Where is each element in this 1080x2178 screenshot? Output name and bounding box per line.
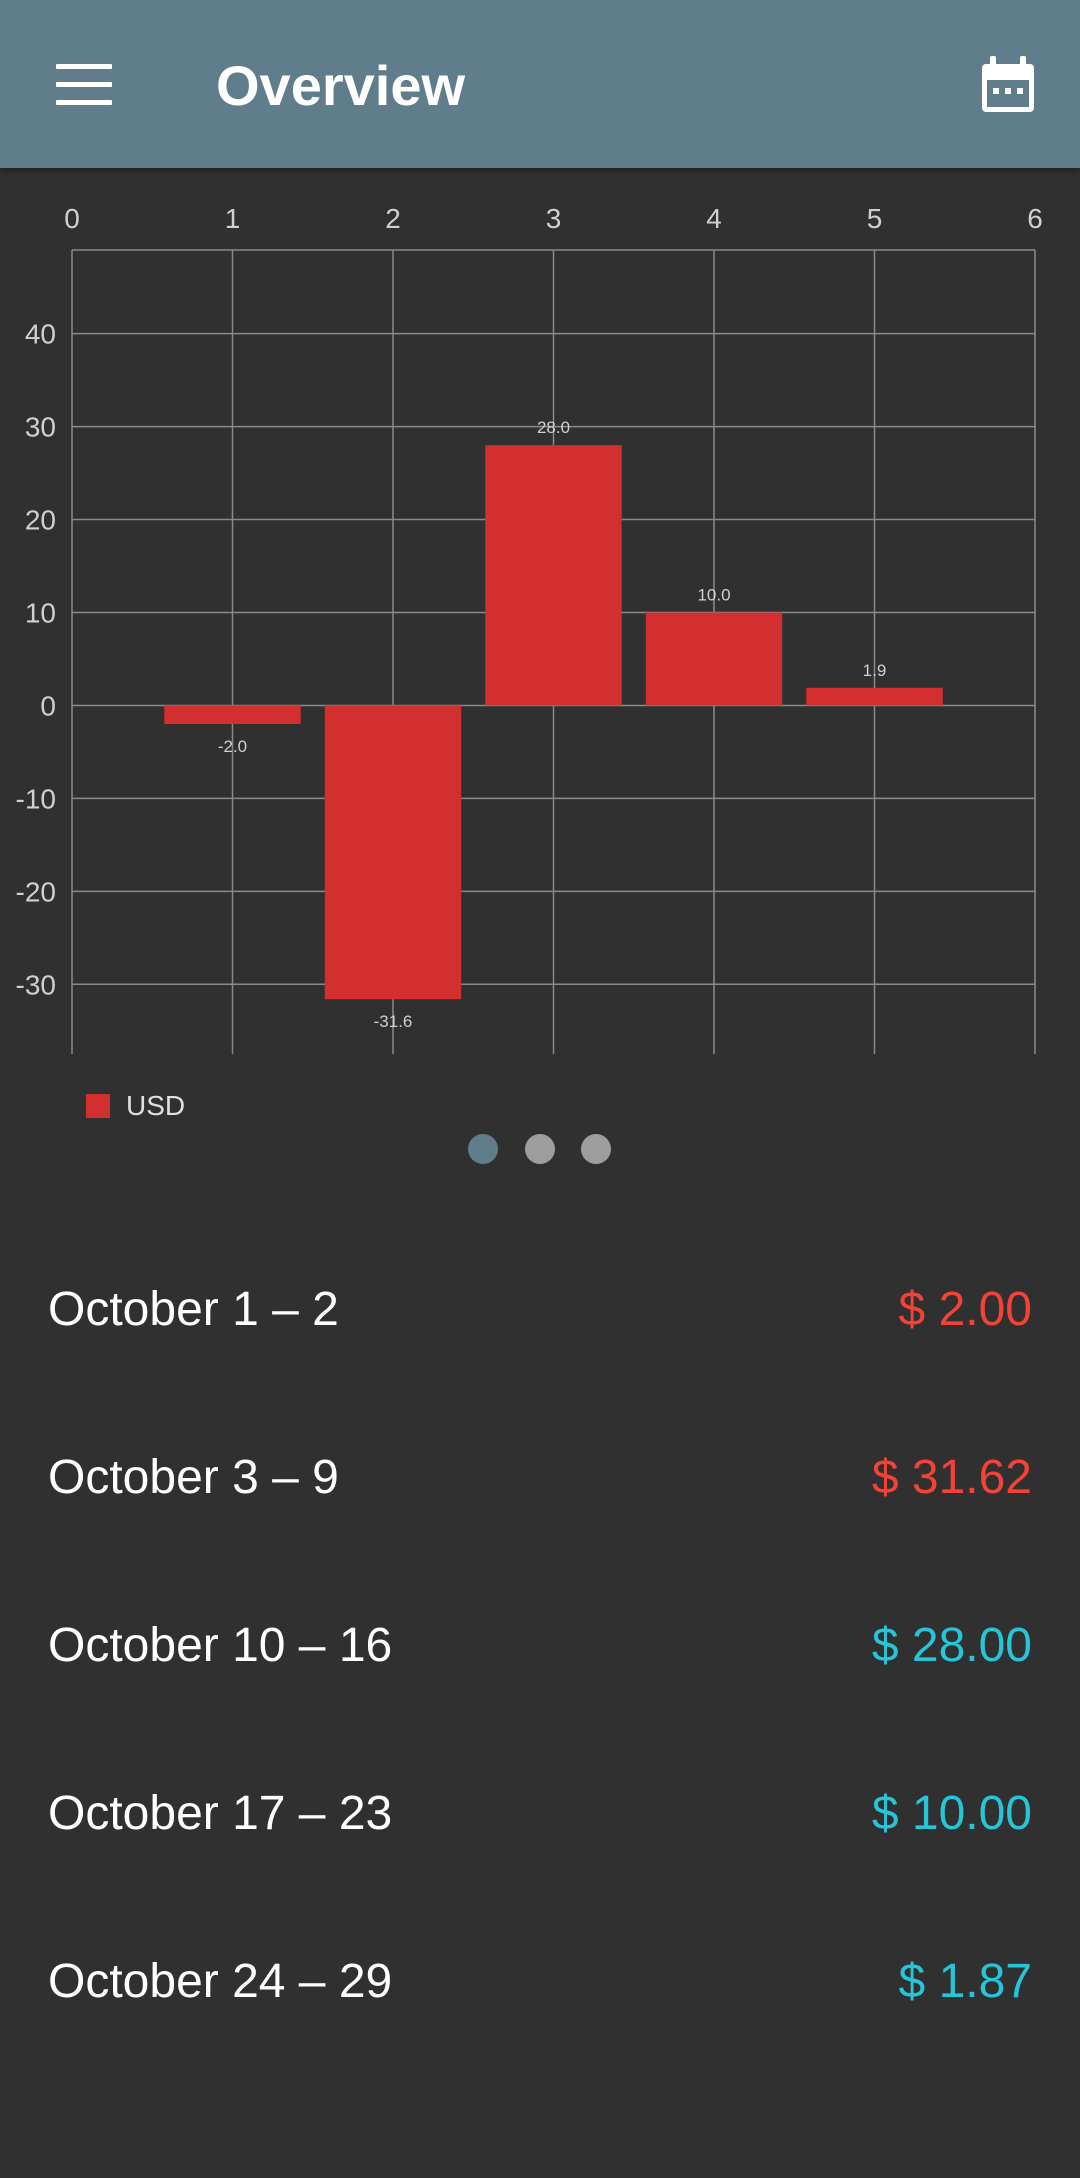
period-amount: $ 31.62 [871, 1451, 1032, 1504]
bar [645, 612, 783, 706]
x-tick-label: 5 [867, 203, 883, 234]
bar-value-label: -31.6 [374, 1012, 413, 1031]
app-bar: Overview [0, 0, 1080, 168]
y-tick-label: -30 [16, 969, 56, 1000]
period-label: October 3 – 9 [48, 1451, 339, 1504]
list-item[interactable]: October 3 – 9 $ 31.62 [0, 1394, 1080, 1562]
bar [485, 445, 622, 706]
period-amount: $ 1.87 [898, 1955, 1032, 2008]
period-label: October 10 – 16 [48, 1619, 393, 1672]
period-label: October 24 – 29 [48, 1955, 393, 2008]
period-amount: $ 2.00 [898, 1283, 1032, 1336]
legend-label: USD [126, 1090, 186, 1121]
menu-button[interactable] [42, 50, 126, 120]
list-item[interactable]: October 10 – 16 $ 28.00 [0, 1562, 1080, 1730]
x-tick-label: 1 [225, 203, 241, 234]
page-indicator [0, 1134, 1080, 1166]
bar [164, 705, 301, 725]
page-title: Overview [216, 54, 466, 117]
y-tick-label: 20 [25, 505, 56, 536]
x-tick-label: 4 [706, 203, 722, 234]
period-amount: $ 10.00 [871, 1787, 1032, 1840]
x-tick-label: 3 [546, 203, 562, 234]
legend-swatch [86, 1094, 110, 1118]
x-tick-label: 0 [64, 203, 80, 234]
app-root: Overview 0 1 2 3 4 5 6 40 30 20 10 0 -10 -20 -30 -2.0 -3… [0, 0, 1080, 2178]
page-dot-1[interactable] [468, 1134, 498, 1164]
list-item[interactable]: October 24 – 29 $ 1.87 [0, 1898, 1080, 2066]
list-item[interactable]: October 1 – 2 $ 2.00 [0, 1226, 1080, 1394]
chart-container[interactable]: 0 1 2 3 4 5 6 40 30 20 10 0 -10 -20 -30 -2.0 -31.6 28.0 10… [0, 168, 1080, 1088]
y-tick-label: 10 [25, 597, 56, 628]
x-tick-label: 2 [385, 203, 401, 234]
calendar-icon [982, 56, 1034, 112]
page-dot-3[interactable] [581, 1134, 611, 1164]
y-tick-label: 30 [25, 412, 56, 443]
y-tick-label: -10 [16, 783, 56, 814]
bar-value-label: 28.0 [537, 418, 570, 437]
page-dot-2[interactable] [525, 1134, 555, 1164]
bar-value-label: 1.9 [863, 661, 887, 680]
bar [324, 705, 462, 1000]
y-tick-label: 0 [40, 690, 56, 721]
bar-value-label: -2.0 [218, 737, 247, 756]
bar-chart: 0 1 2 3 4 5 6 40 30 20 10 0 -10 -20 -30 -2.0 -31.6 28.0 10… [16, 203, 1043, 1054]
y-tick-label: 40 [25, 319, 56, 350]
bar [806, 687, 943, 706]
period-label: October 1 – 2 [48, 1283, 339, 1336]
y-tick-label: -20 [16, 876, 56, 907]
period-label: October 17 – 23 [48, 1787, 393, 1840]
calendar-button[interactable] [966, 48, 1050, 132]
period-amount: $ 28.00 [871, 1619, 1032, 1672]
x-tick-label: 6 [1027, 203, 1043, 234]
bar-value-label: 10.0 [697, 585, 730, 604]
list-item[interactable]: October 17 – 23 $ 10.00 [0, 1730, 1080, 1898]
